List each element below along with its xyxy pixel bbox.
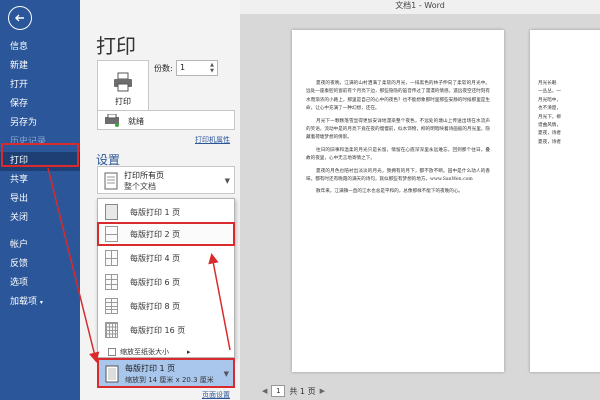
- scale-to-paper-label: 缩放至纸张大小: [120, 348, 169, 356]
- menu-item-label: 每版打印 2 页: [130, 229, 181, 239]
- chevron-down-icon: ▾: [39, 299, 43, 306]
- back-arrow-icon: [15, 14, 24, 22]
- nav-save-as[interactable]: 另存为: [0, 114, 80, 133]
- printer-selector[interactable]: 就绪: [97, 110, 235, 130]
- chevron-down-icon: ▼: [223, 370, 229, 378]
- spin-down-icon[interactable]: ▼: [208, 68, 216, 74]
- copies-label: 份数:: [154, 64, 173, 73]
- current-page-input[interactable]: 1: [271, 385, 286, 397]
- preview-next-page-text: 月光长眠 一丛丛，一 月光暗中， 也不清楚， 月光下，柳 谱曲风情， 夏夜，诗者…: [530, 30, 600, 147]
- copies-value: 1: [180, 63, 186, 72]
- nav-options[interactable]: 选项: [0, 274, 80, 293]
- nav-print[interactable]: 打印: [0, 152, 80, 171]
- nav-share[interactable]: 共享: [0, 171, 80, 190]
- nav-export[interactable]: 导出: [0, 190, 80, 209]
- printer-icon: [114, 72, 132, 91]
- preview-page-text: 夏夜的夜晚，江满的山村洒满了柔软的月光，一排黑色的林子伸向了柔软的月光中。远处一…: [292, 30, 504, 197]
- menu-item-16-per-sheet[interactable]: 每版打印 16 页: [98, 319, 234, 341]
- preview-line: 也不清楚，: [538, 106, 561, 112]
- two-page-layout-icon: [105, 226, 118, 242]
- back-button[interactable]: [8, 6, 32, 30]
- preview-line: 谱曲风情，: [538, 123, 561, 129]
- print-button-label: 打印: [115, 96, 131, 106]
- menu-item-label: 每版打印 16 页: [130, 325, 186, 335]
- preview-paragraph: 月光下一颗颗落雪显得更加安详地漫染整个夜色，不远处的塘山上传送出场在水流声的笑语…: [306, 118, 490, 141]
- scale-to-paper-item[interactable]: 缩放至纸张大小 ▸: [108, 347, 191, 357]
- preview-paragraph: 散年来，江满镇一直的江水也总是平和的，总像那样不能下的夜晚的心。: [316, 189, 464, 195]
- total-pages-label: 共 1 页: [289, 386, 316, 396]
- preview-next-page: 月光长眠 一丛丛，一 月光暗中， 也不清楚， 月光下，柳 谱曲风情， 夏夜，诗者…: [530, 30, 600, 372]
- page-title: 打印: [96, 34, 136, 58]
- menu-item-label: 每版打印 6 页: [130, 277, 181, 287]
- printer-properties-link[interactable]: 打印机属性: [195, 135, 230, 145]
- preview-line: 夏夜，诗者: [538, 139, 561, 145]
- nav-addins[interactable]: 加载项 ▾: [0, 293, 80, 312]
- nav-close[interactable]: 关闭: [0, 209, 80, 228]
- one-page-per-sheet-icon: [105, 365, 119, 383]
- menu-item-8-per-sheet[interactable]: 每版打印 8 页: [98, 295, 234, 317]
- preview-line: 夏夜，诗者: [538, 131, 561, 137]
- preview-line: 月光暗中，: [538, 97, 561, 103]
- menu-item-2-per-sheet[interactable]: 每版打印 2 页: [97, 222, 235, 246]
- nav-account[interactable]: 帐户: [0, 236, 80, 255]
- preview-paragraph: 夏夜的夜晚，江满的山村洒满了柔软的月光，一排黑色的林子伸向了柔软的月光中。远处一…: [306, 81, 490, 112]
- page-navigator: ◀ 1 共 1 页 ▶: [262, 385, 325, 397]
- printer-ready-icon: [105, 114, 119, 127]
- printer-status: 就绪: [128, 117, 144, 126]
- four-page-layout-icon: [105, 250, 118, 266]
- nav-open[interactable]: 打开: [0, 76, 80, 95]
- preview-line: 一丛丛，一: [538, 89, 561, 95]
- nav-new[interactable]: 新建: [0, 57, 80, 76]
- preview-line: 月光长眠: [538, 81, 557, 86]
- copies-input[interactable]: 1 ▲ ▼: [176, 60, 218, 76]
- chevron-right-icon: ▸: [187, 348, 191, 356]
- menu-item-1-per-sheet[interactable]: 每版打印 1 页: [98, 201, 234, 223]
- menu-item-label: 每版打印 1 页: [130, 207, 181, 217]
- menu-item-6-per-sheet[interactable]: 每版打印 6 页: [98, 271, 234, 293]
- pages-per-sheet-subtitle: 缩放到 14 厘米 x 20.3 厘米: [125, 376, 214, 384]
- nav-feedback[interactable]: 反馈: [0, 255, 80, 274]
- scale-to-paper-icon: [108, 348, 116, 356]
- nav-addins-label: 加载项: [10, 297, 38, 307]
- nav-history: 历史记录: [10, 137, 47, 147]
- menu-item-4-per-sheet[interactable]: 每版打印 4 页: [98, 247, 234, 269]
- sixteen-page-layout-icon: [105, 322, 118, 338]
- next-page-icon[interactable]: ▶: [320, 387, 325, 395]
- pages-per-sheet-selector[interactable]: 每版打印 1 页 缩放到 14 厘米 x 20.3 厘米 ▼: [97, 358, 235, 388]
- nav-info[interactable]: 信息: [0, 38, 80, 57]
- six-page-layout-icon: [105, 274, 118, 290]
- nav-save[interactable]: 保存: [0, 95, 80, 114]
- backstage-sidebar: 信息 新建 打开 保存 另存为 历史记录 打印 共享 导出 关闭 帐户 反馈 选…: [0, 0, 80, 400]
- chevron-down-icon: ▼: [224, 177, 230, 185]
- menu-item-label: 每版打印 8 页: [130, 301, 181, 311]
- backstage-nav: 信息 新建 打开 保存 另存为 历史记录 打印 共享 导出 关闭 帐户 反馈 选…: [0, 38, 80, 312]
- print-preview-area: 文档1 - Word 夏夜的夜晚，江满的山村洒满了柔软的月光，一排黑色的林子伸向…: [240, 0, 600, 400]
- page-setup-link[interactable]: 页面设置: [202, 390, 230, 400]
- preview-page: 夏夜的夜晚，江满的山村洒满了柔软的月光，一排黑色的林子伸向了柔软的月光中。远处一…: [292, 30, 504, 372]
- pages-per-sheet-title: 每版打印 1 页: [125, 364, 176, 373]
- pages-per-sheet-menu: 每版打印 1 页 每版打印 2 页 每版打印 4 页 每版打印 6 页 每版打印…: [97, 198, 235, 358]
- print-pages-title: 打印所有页: [124, 171, 164, 180]
- eight-page-layout-icon: [105, 298, 118, 314]
- preview-paragraph: 夏夜的月色也陪衬出淡淡的月光，我拥有的月下，都不放不断。园中是什么动人的香味，都…: [306, 168, 490, 183]
- document-pages-icon: [104, 172, 118, 190]
- menu-item-label: 每版打印 4 页: [130, 253, 181, 263]
- copies-spinner[interactable]: ▲ ▼: [208, 62, 216, 74]
- one-page-layout-icon: [105, 204, 118, 220]
- preview-paragraph: 往日的旧事和温柔的月光只是长留，情留在心底深深里永远难忘，回到那个往日，叠故的夜…: [306, 147, 490, 162]
- previous-page-icon[interactable]: ◀: [262, 387, 267, 395]
- preview-line: 月光下，柳: [538, 114, 561, 120]
- print-pages-subtitle: 整个文档: [124, 182, 156, 191]
- window-title: 文档1 - Word: [240, 0, 600, 14]
- print-pages-selector[interactable]: 打印所有页 整个文档 ▼: [97, 166, 235, 194]
- print-settings-panel: 打印 打印 份数: 1 ▲ ▼ 就绪 打印机属性 设置 打印所有页 整个文档 ▼…: [80, 0, 240, 400]
